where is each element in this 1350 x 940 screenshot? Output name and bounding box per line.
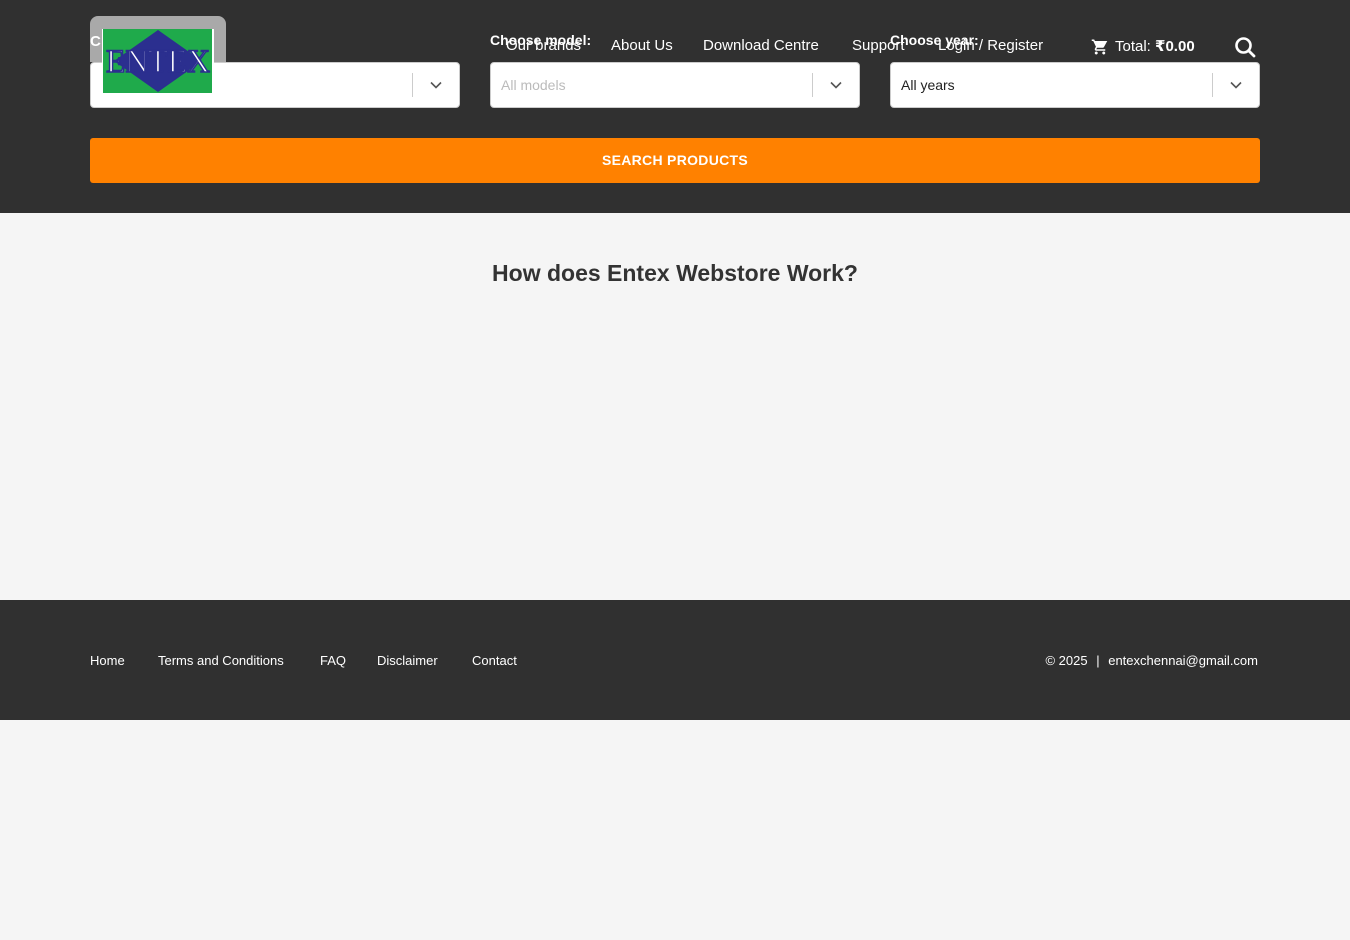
model-select[interactable]: All models: [490, 62, 860, 108]
site-header: C ENTEX Choose model: All models Choose …: [0, 0, 1350, 213]
chevron-down-icon: [830, 81, 842, 89]
select-separator: [412, 73, 413, 97]
logo-wordmark: ENTEX: [106, 44, 210, 80]
search-icon[interactable]: [1234, 36, 1256, 58]
nav-download-centre[interactable]: Download Centre: [703, 37, 819, 54]
select-separator: [812, 73, 813, 97]
chevron-down-icon: [430, 81, 442, 89]
cart-total[interactable]: Total: ₹0.00: [1115, 37, 1195, 55]
nav-about-us[interactable]: About Us: [611, 37, 673, 54]
footer-link-contact[interactable]: Contact: [472, 653, 517, 668]
page-title: How does Entex Webstore Work?: [492, 260, 858, 286]
footer-separator: |: [1096, 653, 1100, 668]
copyright-text: © 2025: [1045, 653, 1088, 668]
cart-total-label: Total:: [1115, 38, 1151, 55]
cart-total-amount: ₹0.00: [1155, 38, 1195, 55]
entex-logo-image: ENTEX: [102, 29, 214, 93]
site-footer: Home Terms and Conditions FAQ Disclaimer…: [0, 600, 1350, 720]
cart-icon[interactable]: [1091, 38, 1109, 56]
footer-link-disclaimer[interactable]: Disclaimer: [377, 653, 438, 668]
year-select[interactable]: All years: [890, 62, 1260, 108]
year-select-value: All years: [901, 77, 955, 93]
nav-our-brands[interactable]: Our brands: [506, 37, 581, 54]
search-products-button[interactable]: SEARCH PRODUCTS: [90, 138, 1260, 183]
footer-link-terms[interactable]: Terms and Conditions: [158, 653, 284, 668]
entex-logo[interactable]: ENTEX: [102, 29, 214, 93]
nav-support[interactable]: Support: [852, 37, 905, 54]
select-separator: [1212, 73, 1213, 97]
footer-link-faq[interactable]: FAQ: [320, 653, 346, 668]
footer-link-home[interactable]: Home: [90, 653, 125, 668]
brand-filter-label: C: [90, 33, 101, 50]
contact-email[interactable]: entexchennai@gmail.com: [1108, 653, 1258, 668]
model-select-placeholder: All models: [501, 77, 566, 93]
chevron-down-icon: [1230, 81, 1242, 89]
footer-copyright-block: © 2025 | entexchennai@gmail.com: [1045, 653, 1258, 668]
nav-login-register[interactable]: Login / Register: [938, 37, 1043, 54]
